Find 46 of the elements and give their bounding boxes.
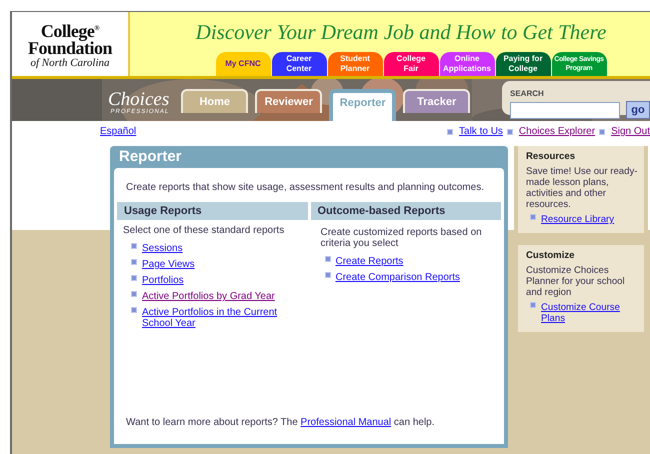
bullet-icon — [131, 259, 137, 265]
report-link[interactable]: Create Reports — [336, 256, 404, 267]
bullet-icon — [530, 214, 536, 220]
sidebar-title: Resources — [526, 151, 576, 162]
footer-text: Want to learn more about reports? The Professional Manual can help. — [125, 417, 436, 428]
bullet-icon — [131, 307, 137, 313]
go-button[interactable]: go — [626, 101, 650, 119]
site-tab[interactable]: Paying for College — [496, 52, 550, 76]
top-link[interactable]: Sign Out — [611, 126, 650, 137]
column-text: Select one of these standard reports — [122, 224, 286, 238]
bullet-icon — [599, 128, 606, 134]
site-tab[interactable]: College Fair — [384, 52, 438, 76]
sidebar-link[interactable]: Resource Library — [541, 214, 614, 225]
site-tab[interactable]: Career Center — [272, 52, 326, 76]
report-link[interactable]: Portfolios — [142, 275, 184, 286]
report-link[interactable]: Active Portfolios in the Current School Year — [142, 307, 308, 329]
bullet-icon — [131, 243, 137, 249]
search-field[interactable] — [510, 102, 620, 118]
sidebar-text: Save time! Use our ready-made lesson plans, activities and other resources. — [526, 166, 638, 210]
top-link[interactable]: Talk to Us — [459, 126, 503, 137]
report-link[interactable]: Page Views — [142, 259, 195, 270]
sidebar-text: Customize Choices Planner for your school and region — [526, 265, 626, 298]
sidebar-title: Customize — [526, 250, 576, 261]
top-link[interactable]: Choices Explorer — [518, 126, 596, 137]
site-tab[interactable]: Online Applications — [440, 52, 494, 76]
column-heading: Usage Reports — [117, 202, 308, 220]
search-label: SEARCH — [510, 89, 544, 98]
panel-title: Reporter — [118, 147, 183, 167]
bullet-icon — [506, 128, 513, 134]
report-link[interactable]: Active Portfolios by Grad Year — [142, 291, 275, 302]
bullet-icon — [324, 272, 330, 278]
manual-link[interactable]: Professional Manual — [300, 417, 392, 428]
bullet-icon — [447, 128, 454, 134]
site-tab[interactable]: My CFNC — [216, 52, 270, 76]
bullet-icon — [530, 302, 536, 308]
report-link[interactable]: Sessions — [142, 243, 183, 254]
bullet-icon — [131, 275, 137, 281]
sidebar-link[interactable]: Customize Course Plans — [541, 302, 638, 324]
intro-text: Create reports that show site usage, assessment results and planning outcomes. — [125, 182, 485, 193]
slogan: Discover Your Dream Job and How to Get There — [196, 20, 606, 45]
language-link[interactable]: Español — [100, 126, 136, 137]
bullet-icon — [131, 291, 137, 297]
report-link[interactable]: Create Comparison Reports — [336, 272, 460, 283]
bullet-icon — [324, 256, 330, 262]
column-heading: Outcome-based Reports — [310, 202, 501, 220]
column-text: Create customized reports based on criteria you select — [320, 226, 483, 251]
